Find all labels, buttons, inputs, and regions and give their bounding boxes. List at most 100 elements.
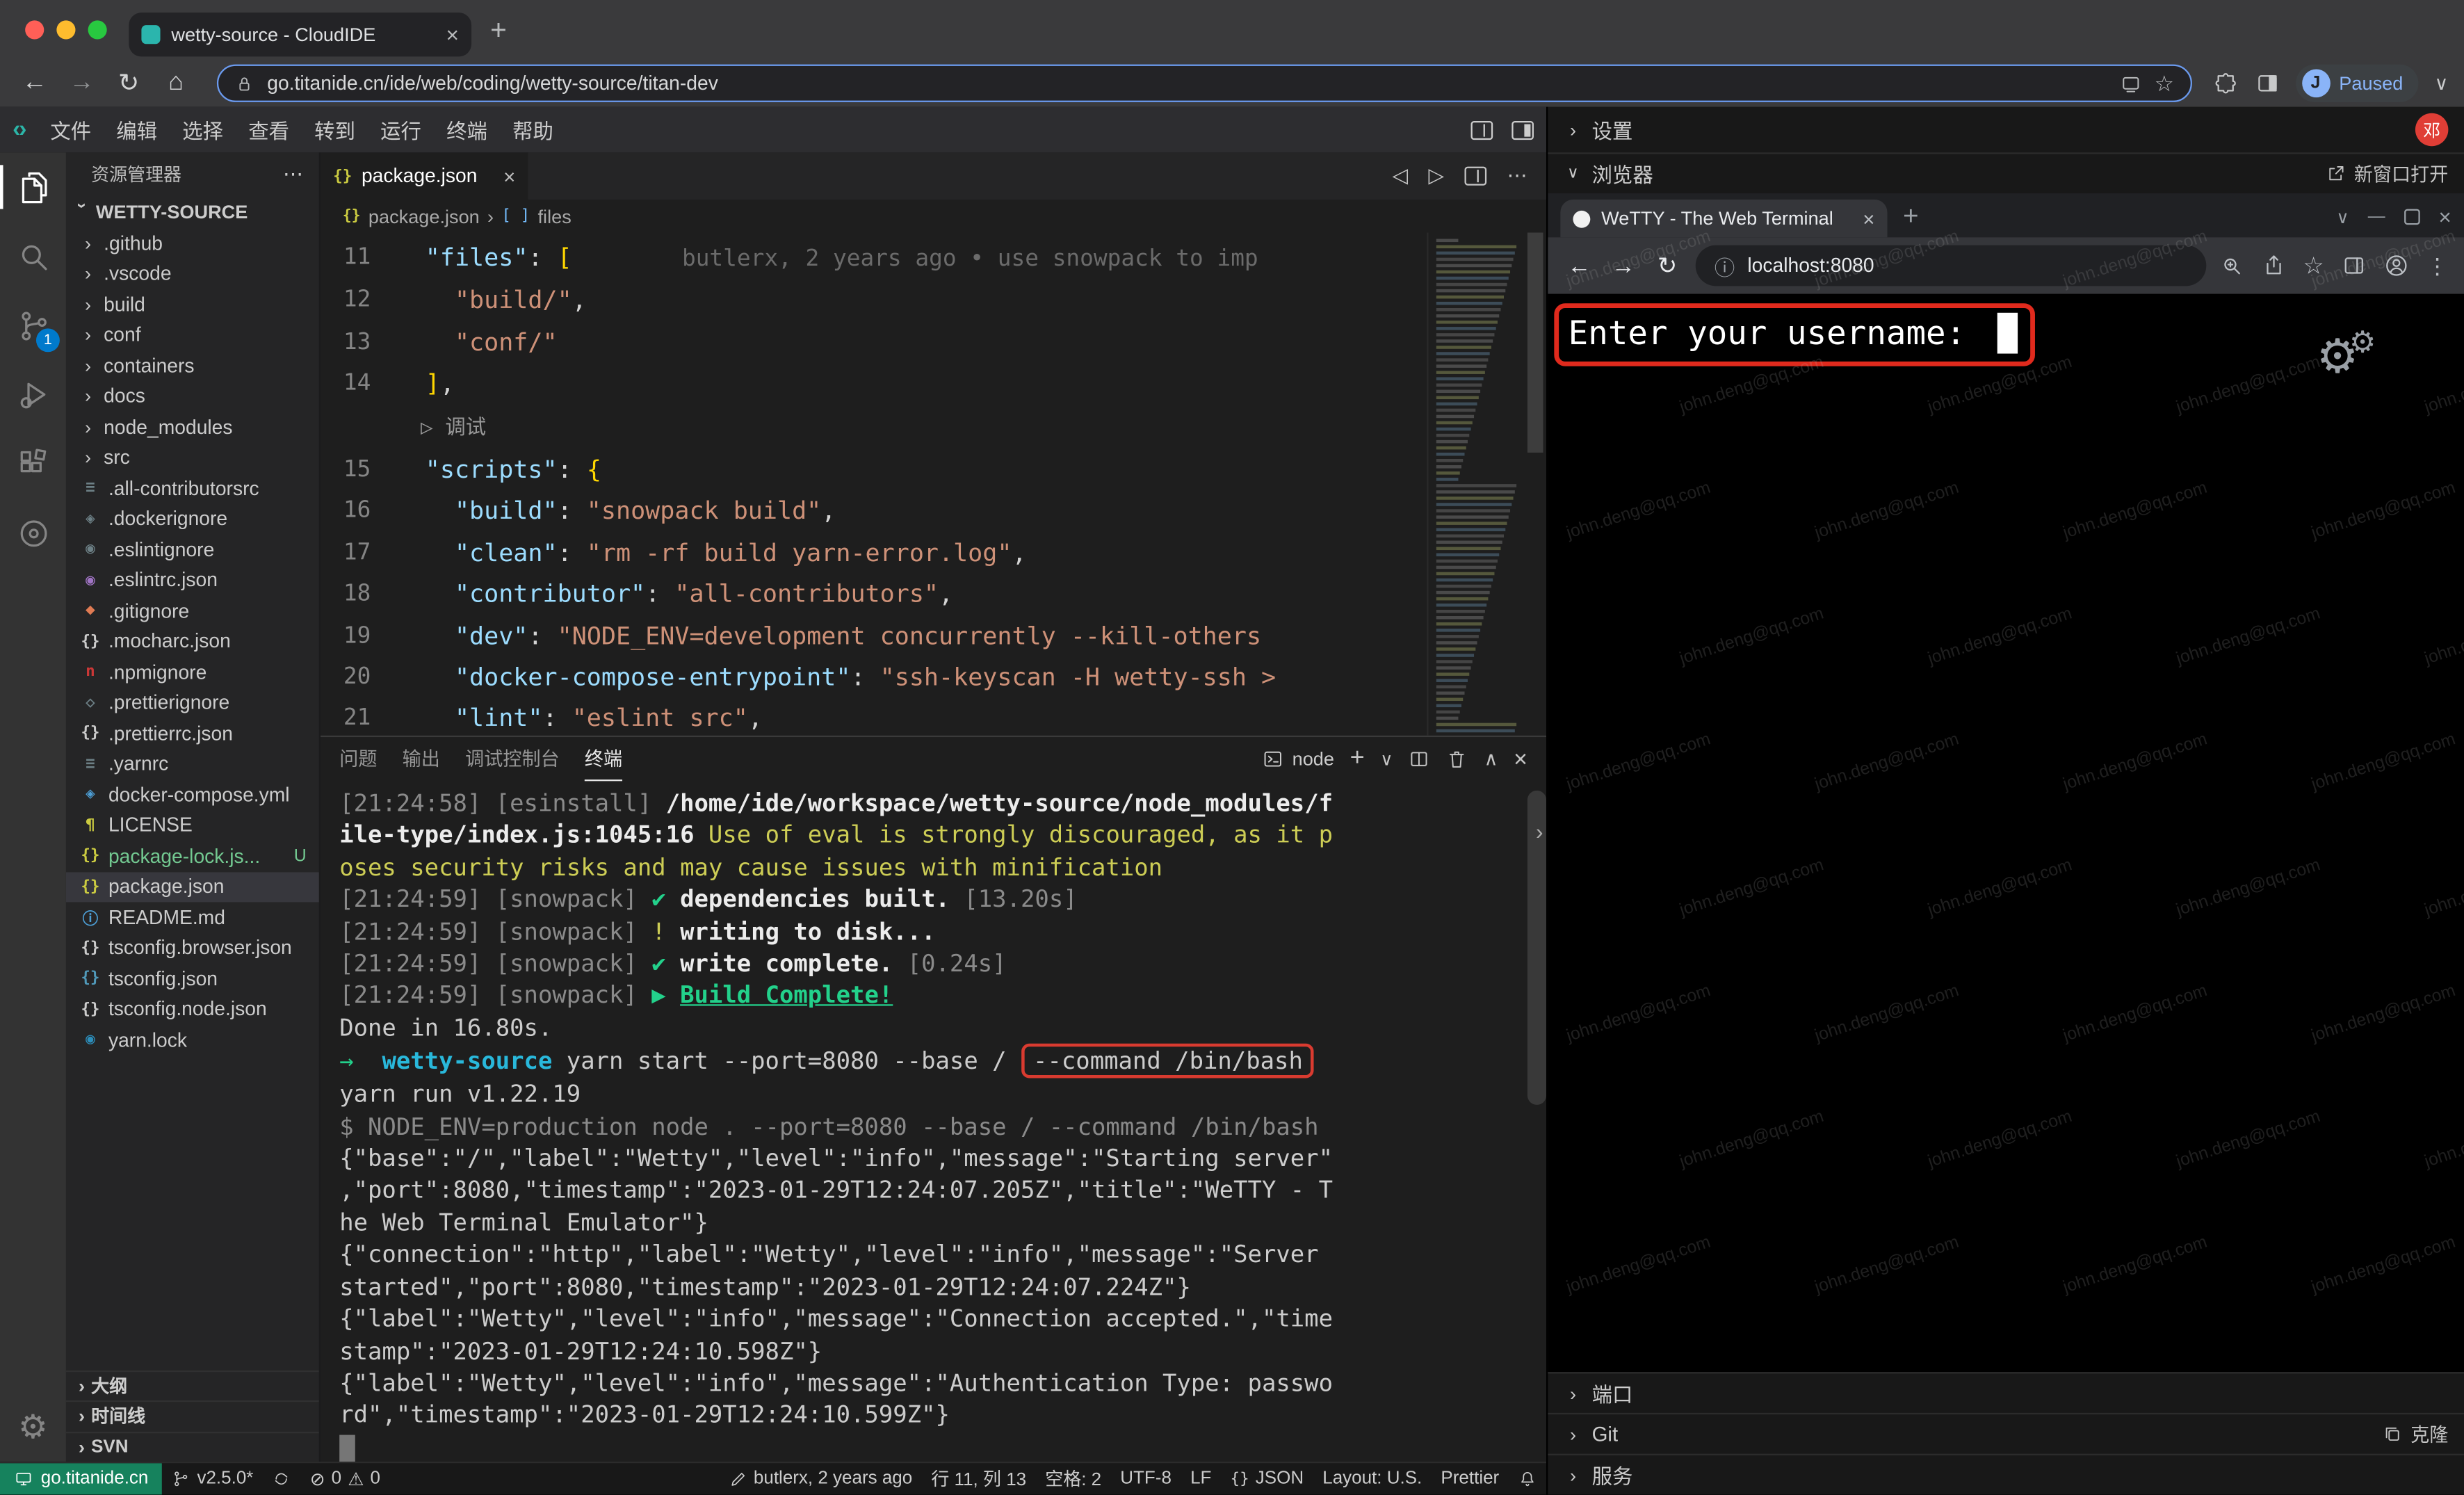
panel-tab-输出[interactable]: 输出 (403, 737, 440, 781)
profile-person-icon[interactable] (2384, 253, 2409, 278)
sidebar-more-icon[interactable]: ⋯ (283, 162, 303, 187)
forward-button[interactable]: → (1607, 252, 1639, 279)
tree-folder-item[interactable]: ›node_modules (66, 412, 319, 442)
minimap[interactable] (1427, 233, 1524, 736)
split-terminal-icon[interactable] (1409, 748, 1431, 770)
tree-folder-item[interactable]: ›containers (66, 350, 319, 381)
project-root-row[interactable]: › WETTY-SOURCE (66, 197, 319, 228)
tree-file-item[interactable]: {}.mocharc.json (66, 627, 319, 657)
menu-item[interactable]: 转到 (302, 111, 368, 147)
embedded-address-bar[interactable]: ⓘ localhost:8080 (1696, 245, 2206, 286)
tree-file-item[interactable]: ◆.gitignore (66, 596, 319, 627)
terminal-scrollbar[interactable] (1527, 791, 1546, 1105)
tree-file-item[interactable]: {}package-lock.js...U (66, 841, 319, 871)
ports-section[interactable]: › 端口 (1548, 1372, 2464, 1413)
tree-file-item[interactable]: {}tsconfig.browser.json (66, 932, 319, 963)
menu-item[interactable]: 文件 (38, 111, 104, 147)
menu-item[interactable]: 查看 (236, 111, 302, 147)
run-script-icon[interactable]: ▷ (1429, 163, 1445, 188)
kill-terminal-icon[interactable] (1446, 748, 1468, 770)
forward-button[interactable]: → (63, 69, 100, 97)
restore-icon[interactable] (2404, 209, 2420, 225)
formatter-indicator[interactable]: Prettier (1432, 1469, 1509, 1488)
panel-tab-调试控制台[interactable]: 调试控制台 (465, 737, 560, 781)
wetty-settings-gears-icon[interactable]: ⚙⚙ (2317, 334, 2376, 382)
more-actions-icon[interactable]: ⋯ (1507, 163, 1527, 188)
reload-button[interactable]: ↻ (1651, 252, 1683, 280)
tree-folder-item[interactable]: ›conf (66, 320, 319, 350)
tree-file-item[interactable]: ⓘREADME.md (66, 902, 319, 932)
source-control-icon[interactable]: 1 (0, 291, 66, 359)
sync-indicator[interactable] (263, 1469, 300, 1488)
nav-back-icon[interactable]: ◁ (1393, 163, 1409, 188)
profile-paused-chip[interactable]: J Paused (2295, 65, 2419, 102)
cursor-position[interactable]: 行 11, 列 13 (922, 1466, 1036, 1492)
reload-button[interactable]: ↻ (110, 67, 147, 99)
tree-file-item[interactable]: ◉yarn.lock (66, 1025, 319, 1056)
outline-section[interactable]: › 大纲 (66, 1370, 319, 1400)
site-info-icon[interactable]: ⓘ (1715, 251, 1735, 281)
new-tab-button[interactable]: + (1903, 201, 1918, 232)
tree-file-item[interactable]: ◈docker-compose.yml (66, 779, 319, 810)
layout-indicator[interactable]: Layout: U.S. (1313, 1469, 1432, 1488)
breadcrumb-node[interactable]: files (538, 205, 572, 227)
address-bar[interactable]: go.titanide.cn/ide/web/coding/wetty-sour… (217, 65, 2191, 102)
back-button[interactable]: ← (1564, 252, 1595, 279)
notifications-bell-icon[interactable] (1509, 1469, 1546, 1488)
browser-section[interactable]: ∨ 浏览器 新窗口打开 (1548, 152, 2464, 193)
tab-close-icon[interactable]: × (1863, 207, 1874, 230)
new-tab-button[interactable]: + (490, 16, 507, 45)
eol-indicator[interactable]: LF (1181, 1469, 1221, 1488)
tree-file-item[interactable]: n.npmignore (66, 657, 319, 688)
clone-button[interactable]: 克隆 (2382, 1421, 2448, 1447)
remote-indicator[interactable]: go.titanide.cn (0, 1463, 163, 1494)
maximize-panel-icon[interactable]: ∧ (1484, 748, 1498, 770)
tab-close-icon[interactable]: × (446, 24, 459, 46)
tree-folder-item[interactable]: ›.github (66, 228, 319, 259)
tree-folder-item[interactable]: ›docs (66, 381, 319, 412)
tree-file-item[interactable]: ◈.dockerignore (66, 503, 319, 534)
tree-folder-item[interactable]: ›.vscode (66, 259, 319, 289)
bookmark-star-icon[interactable]: ☆ (2303, 252, 2324, 280)
more-menu-icon[interactable]: ⋮ (2426, 252, 2449, 279)
zoom-icon[interactable] (2218, 253, 2243, 278)
side-panel-icon[interactable] (2254, 71, 2279, 96)
remote-explorer-icon[interactable] (0, 498, 66, 567)
panel-tab-终端[interactable]: 终端 (585, 737, 622, 781)
split-editor-icon[interactable] (1465, 167, 1487, 186)
settings-section[interactable]: › 设置 邓 (1548, 107, 2464, 153)
search-icon[interactable] (0, 222, 66, 291)
tree-folder-item[interactable]: ›build (66, 289, 319, 320)
terminal-dropdown-icon[interactable]: ∨ (1380, 749, 1393, 769)
chrome-menu-chevron-icon[interactable]: ∨ (2435, 72, 2449, 95)
tree-file-item[interactable]: ≡.yarnrc (66, 749, 319, 779)
editor-tab-package-json[interactable]: {} package.json × (321, 152, 528, 200)
browser-tab[interactable]: wetty-source - CloudIDE × (129, 13, 471, 56)
back-button[interactable]: ← (16, 69, 54, 97)
menu-item[interactable]: 运行 (368, 111, 434, 147)
new-terminal-icon[interactable]: + (1350, 745, 1365, 773)
explorer-icon[interactable] (0, 152, 66, 221)
breadcrumb-file[interactable]: package.json (368, 205, 480, 227)
tree-file-item[interactable]: {}tsconfig.json (66, 964, 319, 994)
branch-indicator[interactable]: v2.5.0* (163, 1469, 263, 1488)
terminal-output[interactable]: [21:24:58] [esinstall] /home/ide/workspa… (321, 781, 1546, 1462)
git-section[interactable]: › Git 克隆 (1548, 1413, 2464, 1454)
problems-indicator[interactable]: ⊘ 0 ⚠ 0 (300, 1468, 389, 1490)
tree-file-item[interactable]: {}package.json (66, 871, 319, 902)
tree-file-item[interactable]: {}.prettierrc.json (66, 718, 319, 749)
scrollbar-thumb[interactable] (1527, 233, 1543, 453)
svn-section[interactable]: › SVN (66, 1431, 319, 1462)
terminal-shell-chip[interactable]: node (1263, 748, 1334, 770)
indent-indicator[interactable]: 空格: 2 (1036, 1466, 1111, 1492)
tree-file-item[interactable]: ≡.all-contributorsrc (66, 473, 319, 503)
manage-gear-icon[interactable]: ⚙ (0, 1393, 66, 1462)
debug-codelens[interactable]: ▷ 调试 (396, 416, 487, 439)
tree-file-item[interactable]: ◉.eslintrc.json (66, 565, 319, 596)
timeline-section[interactable]: › 时间线 (66, 1400, 319, 1431)
share-icon[interactable] (2260, 253, 2285, 278)
tree-file-item[interactable]: ¶LICENSE (66, 810, 319, 841)
wetty-tab[interactable]: WeTTY - The Web Terminal × (1560, 200, 1887, 237)
panel-tab-问题[interactable]: 问题 (339, 737, 377, 781)
menu-item[interactable]: 终端 (434, 111, 500, 147)
